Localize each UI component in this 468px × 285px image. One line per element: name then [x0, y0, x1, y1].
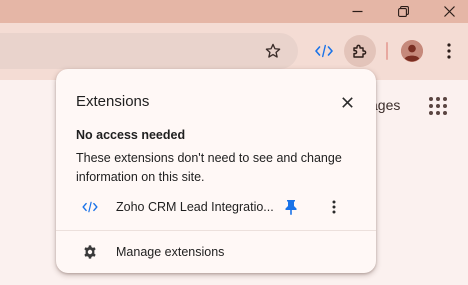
- address-bar[interactable]: [0, 33, 298, 69]
- bookmark-star-button[interactable]: [262, 40, 284, 62]
- extensions-popup: Extensions No access needed These extens…: [56, 69, 376, 273]
- minimize-icon: [352, 10, 362, 13]
- manage-extensions-row[interactable]: Manage extensions: [56, 239, 376, 265]
- extension-row[interactable]: Zoho CRM Lead Integratio...: [56, 194, 376, 220]
- browser-menu-button[interactable]: [440, 40, 458, 62]
- avatar: [401, 40, 423, 62]
- star-icon: [265, 43, 281, 58]
- title-bar: [0, 0, 468, 23]
- toolbar-divider: [386, 42, 388, 60]
- profile-avatar-button[interactable]: [401, 40, 423, 62]
- gear-icon: [80, 242, 100, 262]
- minimize-button[interactable]: [334, 0, 380, 23]
- popup-divider: [56, 230, 376, 231]
- restore-icon: [397, 6, 409, 17]
- pin-icon: [285, 200, 297, 215]
- close-icon: [443, 6, 455, 17]
- restore-button[interactable]: [380, 0, 426, 23]
- section-description: These extensions don't need to see and c…: [76, 151, 342, 184]
- apps-grid-icon[interactable]: [429, 97, 447, 115]
- more-vert-icon: [332, 200, 336, 214]
- kebab-icon: [447, 43, 451, 59]
- extension-name: Zoho CRM Lead Integratio...: [116, 200, 274, 214]
- puzzle-icon: [353, 44, 367, 58]
- section-heading: No access needed: [76, 128, 186, 142]
- manage-extensions-label: Manage extensions: [116, 245, 225, 259]
- extension-more-button[interactable]: [324, 196, 344, 218]
- popup-close-button[interactable]: [336, 91, 358, 113]
- close-icon: [341, 96, 353, 108]
- code-icon: [82, 201, 98, 213]
- popup-title: Extensions: [76, 93, 150, 110]
- close-window-button[interactable]: [426, 0, 468, 23]
- pin-extension-button[interactable]: [281, 196, 301, 218]
- extension-icon: [80, 196, 100, 218]
- extensions-menu-button[interactable]: [344, 35, 376, 67]
- code-icon: [315, 44, 333, 58]
- extension-code-button[interactable]: [312, 40, 336, 62]
